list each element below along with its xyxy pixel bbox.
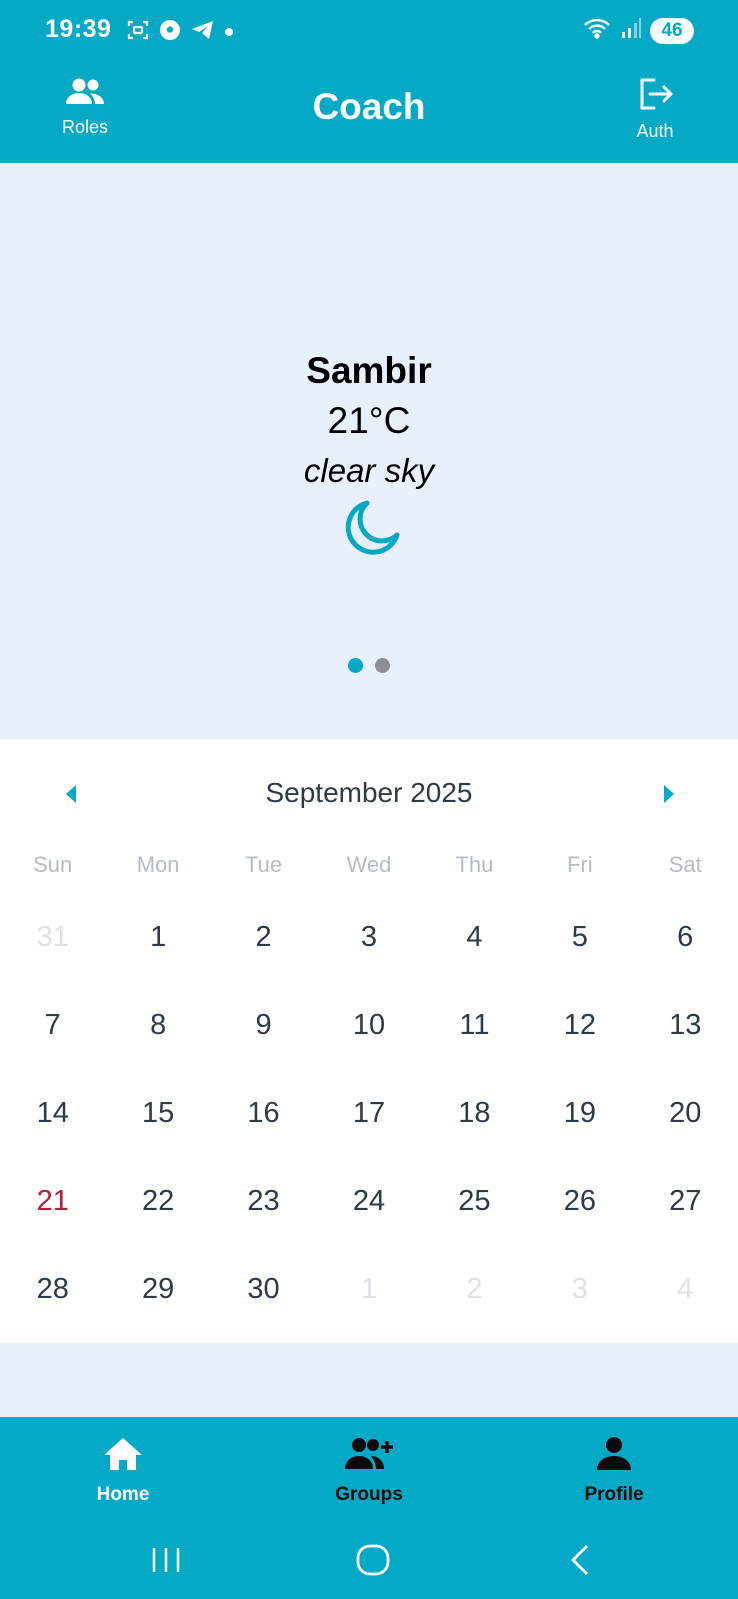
calendar-day[interactable]: 24 — [316, 1183, 421, 1271]
home-icon — [102, 1435, 144, 1478]
telegram-icon — [190, 18, 216, 47]
top-bar: 19:39 46 Roles Coach Auth — [0, 0, 738, 163]
calendar-day[interactable]: 20 — [633, 1095, 738, 1183]
status-icons-right: 46 — [582, 16, 694, 45]
home-system-button[interactable] — [343, 1535, 403, 1585]
status-icons-left — [126, 18, 234, 47]
recent-apps-icon — [152, 1548, 180, 1572]
calendar-day[interactable]: 4 — [633, 1271, 738, 1359]
calendar-day[interactable]: 5 — [527, 919, 632, 1007]
add-group-icon — [343, 1435, 395, 1478]
moon-icon — [337, 495, 403, 561]
calendar-day[interactable]: 7 — [0, 1007, 105, 1095]
system-navigation-bar — [0, 1535, 738, 1595]
weather-carousel[interactable]: Sambir 21°C clear sky — [0, 163, 738, 739]
calendar-day[interactable]: 1 — [316, 1271, 421, 1359]
weather-description: clear sky — [303, 452, 435, 489]
signal-icon — [620, 17, 642, 44]
calendar-day[interactable]: 2 — [422, 1271, 527, 1359]
calendar-day[interactable]: 31 — [0, 919, 105, 1007]
weekday-label: Sat — [668, 852, 702, 877]
calendar-day[interactable]: 28 — [0, 1271, 105, 1359]
nav-profile-label: Profile — [584, 1484, 644, 1505]
calendar-day[interactable]: 14 — [0, 1095, 105, 1183]
weekday-label: Wed — [346, 852, 392, 877]
nav-profile[interactable]: Profile — [539, 1435, 689, 1525]
calendar-day[interactable]: 3 — [316, 919, 421, 1007]
status-time: 19:39 — [45, 15, 112, 43]
auth-label: Auth — [636, 121, 674, 141]
app-header: Roles Coach Auth — [0, 62, 738, 163]
calendar-day[interactable]: 13 — [633, 1007, 738, 1095]
back-system-button[interactable] — [550, 1535, 610, 1585]
pager-dot[interactable] — [375, 658, 390, 673]
calendar-day[interactable]: 30 — [211, 1271, 316, 1359]
nav-groups-label: Groups — [335, 1484, 403, 1505]
carousel-pager — [0, 658, 738, 673]
calendar-month-label: September 2025 — [265, 777, 473, 808]
calendar-day[interactable]: 16 — [211, 1095, 316, 1183]
calendar-header: September 2025 — [0, 769, 738, 819]
calendar-week-row: 7 8 9 10 11 12 13 — [0, 1007, 738, 1095]
weekday-label: Tue — [245, 852, 283, 877]
calendar-day[interactable]: 26 — [527, 1183, 632, 1271]
calendar-day[interactable]: 22 — [105, 1183, 210, 1271]
battery-icon: 46 — [650, 17, 694, 44]
home-circle-icon — [356, 1544, 390, 1576]
calendar-day[interactable]: 4 — [422, 919, 527, 1007]
calendar-week-row: 14 15 16 17 18 19 20 — [0, 1095, 738, 1183]
nav-home[interactable]: Home — [48, 1435, 198, 1525]
calendar-day[interactable]: 8 — [105, 1007, 210, 1095]
status-bar: 19:39 46 — [0, 0, 738, 62]
calendar-day[interactable]: 11 — [422, 1007, 527, 1095]
calendar-day[interactable]: 15 — [105, 1095, 210, 1183]
calendar-week-row: 28 29 30 1 2 3 4 — [0, 1271, 738, 1359]
calendar-day[interactable]: 6 — [633, 919, 738, 1007]
nav-groups[interactable]: Groups — [294, 1435, 444, 1525]
bottom-navigation: Home Groups Profile — [0, 1417, 738, 1599]
pager-dot-active[interactable] — [348, 658, 363, 673]
recent-apps-button[interactable] — [136, 1535, 196, 1585]
notification-dot-icon — [224, 24, 234, 42]
calendar: September 2025 Sun Mon Tue Wed Thu Fri S… — [0, 739, 738, 1343]
calendar-day[interactable]: 3 — [527, 1271, 632, 1359]
calendar-day[interactable]: 17 — [316, 1095, 421, 1183]
calendar-day[interactable]: 9 — [211, 1007, 316, 1095]
weekday-label: Mon — [136, 852, 180, 877]
calendar-day[interactable]: 27 — [633, 1183, 738, 1271]
auth-button[interactable]: Auth — [610, 76, 700, 156]
calendar-day[interactable]: 18 — [422, 1095, 527, 1183]
soccer-ball-icon — [158, 18, 182, 47]
calendar-day[interactable]: 25 — [422, 1183, 527, 1271]
chevron-right-icon — [664, 785, 674, 803]
screenshot-icon — [126, 18, 150, 47]
weekday-label: Sun — [33, 852, 73, 877]
weather-city: Sambir — [306, 350, 432, 391]
calendar-day-today[interactable]: 21 — [0, 1183, 105, 1271]
weekday-header-row: Sun Mon Tue Wed Thu Fri Sat — [0, 852, 738, 878]
calendar-week-row: 31 1 2 3 4 5 6 — [0, 919, 738, 1007]
wifi-icon — [582, 16, 612, 45]
calendar-day[interactable]: 29 — [105, 1271, 210, 1359]
calendar-day-grid: 31 1 2 3 4 5 6 7 8 9 10 11 12 13 14 15 1… — [0, 919, 738, 1359]
calendar-day[interactable]: 19 — [527, 1095, 632, 1183]
back-chevron-icon — [571, 1545, 588, 1575]
weekday-label: Thu — [455, 852, 494, 877]
calendar-day[interactable]: 10 — [316, 1007, 421, 1095]
calendar-day[interactable]: 1 — [105, 919, 210, 1007]
weather-temperature: 21°C — [327, 400, 411, 441]
calendar-day[interactable]: 12 — [527, 1007, 632, 1095]
calendar-week-row: 21 22 23 24 25 26 27 — [0, 1183, 738, 1271]
person-icon — [594, 1435, 634, 1478]
next-month-button[interactable] — [650, 779, 690, 809]
logout-icon — [636, 76, 674, 117]
nav-home-label: Home — [96, 1484, 150, 1505]
calendar-day[interactable]: 2 — [211, 919, 316, 1007]
weekday-label: Fri — [566, 852, 593, 877]
calendar-day[interactable]: 23 — [211, 1183, 316, 1271]
